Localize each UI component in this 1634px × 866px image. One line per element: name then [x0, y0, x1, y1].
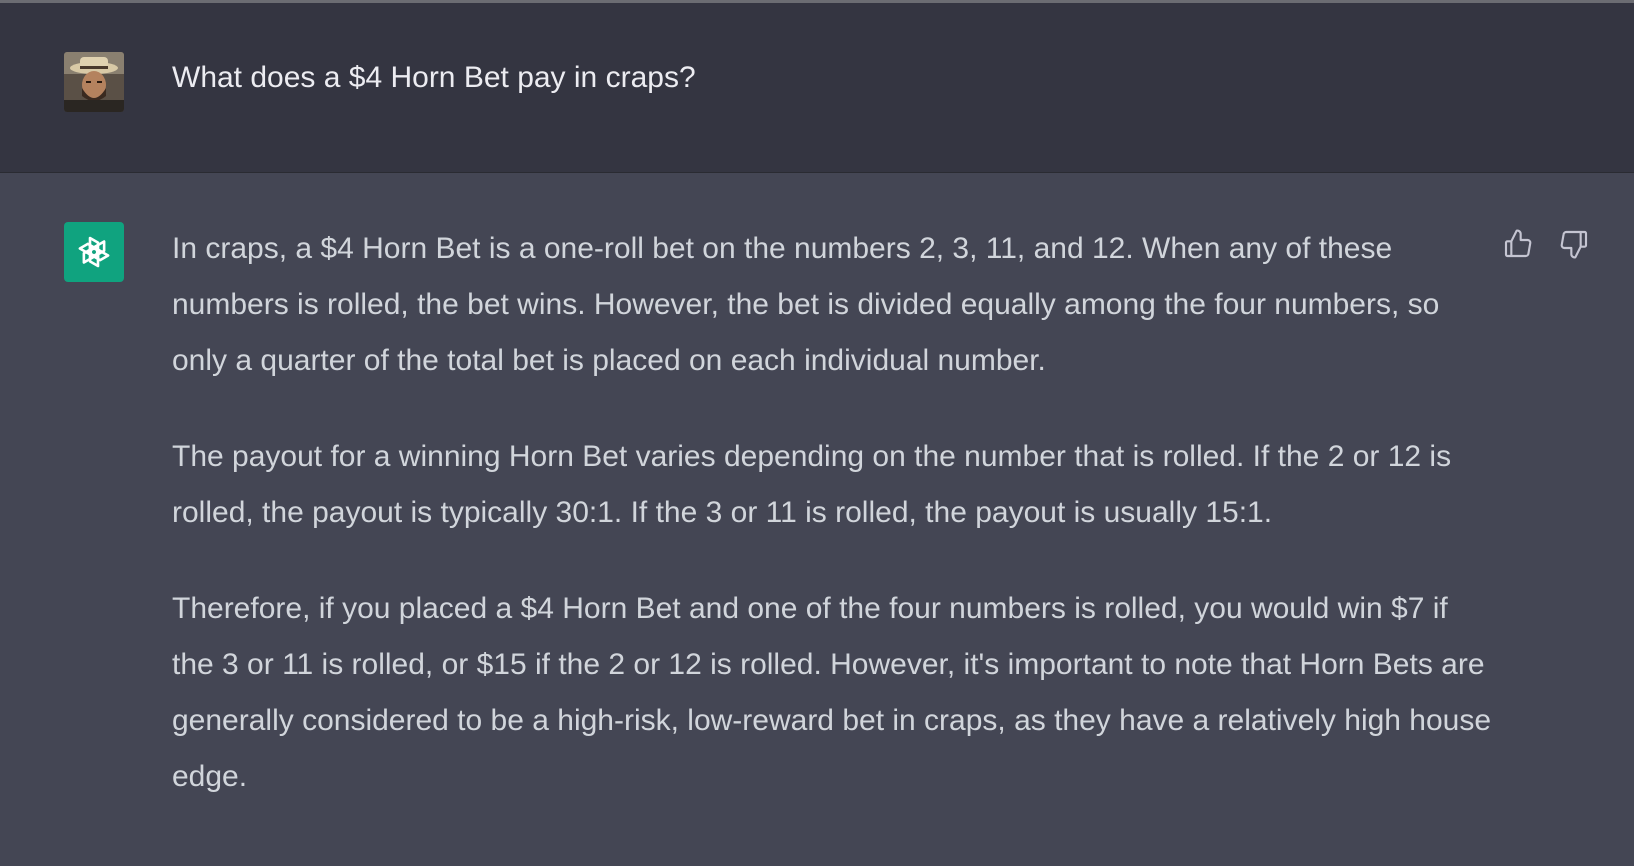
- thumbs-up-icon: [1504, 229, 1532, 258]
- assistant-paragraph-3: Therefore, if you placed a $4 Horn Bet a…: [172, 592, 1492, 793]
- assistant-paragraph-1: In craps, a $4 Horn Bet is a one-roll be…: [172, 232, 1440, 377]
- thumbs-down-icon: [1560, 230, 1588, 259]
- user-avatar: [64, 52, 124, 112]
- thumbs-down-button[interactable]: [1556, 226, 1592, 262]
- user-message-row: What does a $4 Horn Bet pay in craps?: [0, 3, 1634, 173]
- user-message-text: What does a $4 Horn Bet pay in craps?: [172, 61, 696, 94]
- assistant-message-text: In craps, a $4 Horn Bet is a one-roll be…: [172, 221, 1492, 845]
- thumbs-up-button[interactable]: [1500, 226, 1536, 262]
- assistant-avatar: [64, 222, 124, 282]
- assistant-paragraph-2: The payout for a winning Horn Bet varies…: [172, 440, 1452, 529]
- openai-logo-icon: [78, 236, 110, 268]
- assistant-message-row: In craps, a $4 Horn Bet is a one-roll be…: [0, 173, 1634, 866]
- user-photo-avatar-icon: [64, 52, 124, 112]
